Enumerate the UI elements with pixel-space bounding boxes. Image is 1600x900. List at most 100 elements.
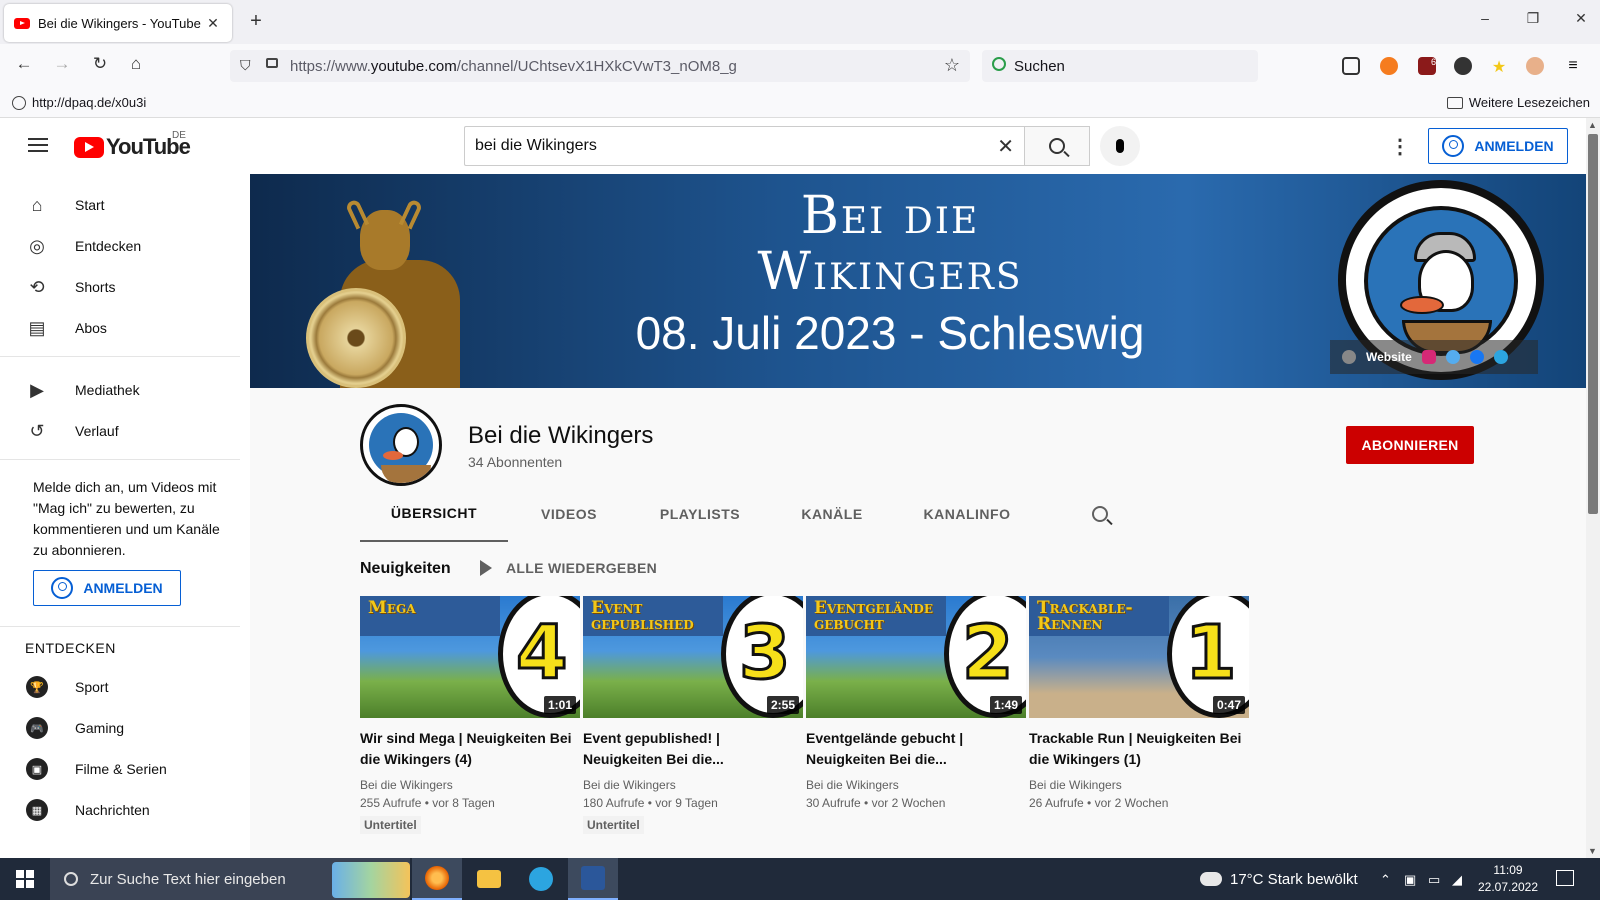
restore-button[interactable]: ❐ [1518, 10, 1548, 27]
channel-avatar[interactable] [360, 404, 442, 486]
youtube-page: YouTube DE bei die Wikingers ✕ ⋮ ANMELDE… [0, 118, 1586, 858]
tab-close-icon[interactable]: ✕ [204, 15, 222, 32]
telegram-taskbar-button[interactable] [516, 858, 566, 900]
video-channel[interactable]: Bei die Wikingers [806, 776, 1026, 794]
tab-playlists[interactable]: PLAYLISTS [630, 486, 770, 542]
video-card[interactable]: Eventgelände gebucht 2 1:49 Eventgelände… [806, 596, 1026, 812]
history-icon: ↺ [29, 420, 45, 441]
minimize-button[interactable]: – [1470, 10, 1500, 26]
chevron-up-icon[interactable]: ⌃ [1380, 872, 1391, 888]
scrollbar-thumb[interactable] [1588, 134, 1598, 514]
sidebar-item-entdecken[interactable]: ◎ Entdecken [0, 226, 240, 266]
notification-icon[interactable] [1556, 870, 1574, 886]
bookmark-star-icon[interactable]: ☆ [944, 55, 960, 76]
telegram-icon[interactable] [1493, 350, 1508, 364]
video-title[interactable]: Eventgelände gebucht | Neuigkeiten Bei d… [806, 728, 1026, 770]
video-title[interactable]: Wir sind Mega | Neuigkeiten Bei die Wiki… [360, 728, 580, 770]
explorer-taskbar-button[interactable] [464, 858, 514, 900]
scroll-up-icon[interactable]: ▲ [1588, 120, 1597, 130]
voice-search-button[interactable] [1100, 126, 1140, 166]
sidebar-item-abos[interactable]: ▤ Abos [0, 308, 240, 348]
search-input[interactable]: bei die Wikingers ✕ [464, 126, 1024, 166]
video-card[interactable]: Mega 4 1:01 Wir sind Mega | Neuigkeiten … [360, 596, 580, 834]
video-thumbnail[interactable]: Trackable-Rennen 1 0:47 [1029, 596, 1249, 718]
sign-in-button[interactable]: ANMELDEN [1428, 128, 1568, 164]
browser-search-field[interactable]: Suchen [982, 50, 1258, 82]
sign-in-promo: Melde dich an, um Videos mit "Mag ich" z… [33, 479, 220, 558]
windows-start-icon[interactable] [16, 870, 34, 888]
back-arrow-icon[interactable]: ← [12, 54, 36, 74]
video-card[interactable]: Trackable-Rennen 1 0:47 Trackable Run | … [1029, 596, 1249, 812]
sidebar-item-start[interactable]: ⌂ Start [0, 185, 240, 225]
url-path: /channel/UChtsevX1HXkCVwT3_nOM8_g [456, 57, 737, 75]
video-thumbnail[interactable]: Mega 4 1:01 [360, 596, 580, 718]
facebook-icon[interactable] [1469, 350, 1484, 364]
menu-icon[interactable]: ≡ [1564, 57, 1582, 75]
tab-title: Bei die Wikingers - YouTube [38, 15, 201, 31]
new-tab-button[interactable]: + [244, 10, 268, 33]
tab-kanalinfo[interactable]: KANALINFO [894, 486, 1040, 542]
pocket-icon[interactable] [1342, 57, 1360, 75]
sidebar-item-filme-serien[interactable]: ▣ Filme & Serien [0, 749, 240, 789]
shelf-title[interactable]: Neuigkeiten [360, 560, 451, 578]
extension-gray-icon[interactable] [1454, 57, 1472, 75]
tab-videos[interactable]: VIDEOS [508, 486, 630, 542]
video-thumbnail[interactable]: Event gepublished 3 2:55 [583, 596, 803, 718]
sidebar-sign-in-button[interactable]: ANMELDEN [33, 570, 181, 606]
video-title[interactable]: Trackable Run | Neuigkeiten Bei die Wiki… [1029, 728, 1249, 770]
channel-search-icon[interactable] [1092, 506, 1108, 522]
bookmark-item[interactable]: http://dpaq.de/x0u3i [12, 95, 146, 110]
browser-tab[interactable]: Bei die Wikingers - YouTube ✕ [4, 4, 232, 42]
taskbar-search[interactable]: Zur Suche Text hier eingeben [50, 858, 410, 900]
twitter-icon[interactable] [1445, 350, 1460, 364]
search-button[interactable] [1024, 126, 1090, 166]
firefox-taskbar-button[interactable] [412, 858, 462, 900]
play-all-button[interactable]: ALLE WIEDERGEBEN [480, 560, 657, 576]
more-options-icon[interactable]: ⋮ [1390, 134, 1410, 159]
meet-icon[interactable]: ▣ [1404, 872, 1416, 888]
clear-search-icon[interactable]: ✕ [997, 134, 1014, 159]
tab-kanaele[interactable]: KANÄLE [770, 486, 894, 542]
word-taskbar-button[interactable] [568, 858, 618, 900]
browser-chrome: Bei die Wikingers - YouTube ✕ + – ❐ ✕ ← … [0, 0, 1600, 118]
video-channel[interactable]: Bei die Wikingers [1029, 776, 1249, 794]
sidebar-item-nachrichten[interactable]: ▦ Nachrichten [0, 790, 240, 830]
sidebar-item-sport[interactable]: 🏆 Sport [0, 667, 240, 707]
sidebar-item-mediathek[interactable]: ▶ Mediathek [0, 370, 240, 410]
weather-widget[interactable]: 17°C Stark bewölkt [1196, 858, 1358, 900]
website-link-icon[interactable] [1342, 350, 1356, 364]
video-card[interactable]: Event gepublished 3 2:55 Event gepublish… [583, 596, 803, 834]
other-bookmarks[interactable]: Weitere Lesezeichen [1446, 95, 1590, 110]
lock-icon[interactable] [266, 58, 278, 68]
video-channel[interactable]: Bei die Wikingers [360, 776, 580, 794]
sidebar-item-gaming[interactable]: 🎮 Gaming [0, 708, 240, 748]
subscriptions-icon: ▤ [28, 317, 46, 338]
system-clock[interactable]: 11:09 22.07.2022 [1476, 862, 1540, 896]
home-icon[interactable]: ⌂ [124, 54, 148, 74]
subscribe-button[interactable]: ABONNIEREN [1346, 426, 1474, 464]
forward-arrow-icon[interactable]: → [50, 54, 74, 74]
video-title[interactable]: Event gepublished! | Neuigkeiten Bei die… [583, 728, 803, 770]
extension-star-icon[interactable]: ★ [1490, 57, 1508, 76]
scroll-down-icon[interactable]: ▼ [1588, 846, 1597, 856]
hamburger-menu-icon[interactable] [28, 138, 48, 152]
ublock-icon[interactable]: 6 [1418, 57, 1436, 75]
instagram-icon[interactable] [1421, 350, 1436, 364]
website-link[interactable]: Website [1366, 350, 1412, 364]
sidebar-item-shorts[interactable]: ⟲ Shorts [0, 267, 240, 307]
extension-profile-icon[interactable] [1526, 57, 1544, 75]
shield-icon[interactable]: ⛉ [240, 57, 251, 74]
page-scrollbar[interactable]: ▲ ▼ [1586, 118, 1600, 858]
home-icon: ⌂ [31, 194, 43, 215]
battery-icon[interactable]: ▭ [1428, 872, 1440, 888]
sidebar-item-verlauf[interactable]: ↺ Verlauf [0, 411, 240, 451]
subtitle-badge: Untertitel [583, 816, 644, 834]
network-icon[interactable]: ◢ [1452, 872, 1462, 888]
video-channel[interactable]: Bei die Wikingers [583, 776, 803, 794]
extension-orange-icon[interactable] [1380, 57, 1398, 75]
close-window-button[interactable]: ✕ [1566, 10, 1596, 27]
address-bar[interactable]: ⛉ https://www. youtube.com/channel/UChtse… [230, 50, 970, 82]
reload-icon[interactable]: ↻ [88, 54, 112, 74]
video-thumbnail[interactable]: Eventgelände gebucht 2 1:49 [806, 596, 1026, 718]
tab-uebersicht[interactable]: ÜBERSICHT [360, 486, 508, 542]
